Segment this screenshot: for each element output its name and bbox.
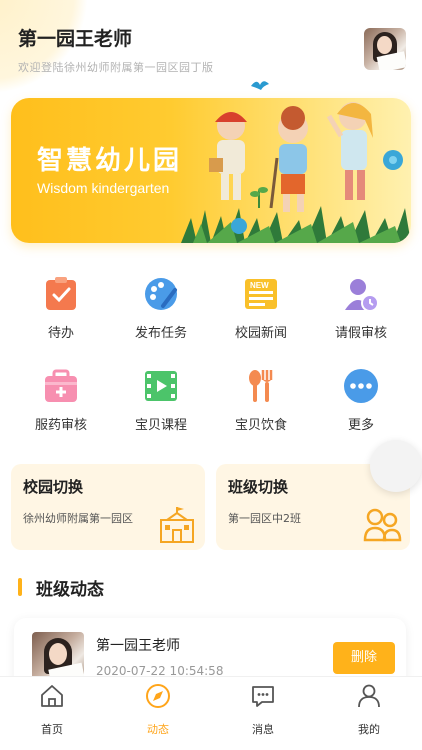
section-title-marker <box>18 578 22 596</box>
news-badge: NEW <box>250 281 269 290</box>
compass-icon <box>145 683 171 709</box>
campus-switch-value: 徐州幼师附属第一园区 <box>23 512 133 525</box>
tab-home[interactable]: 首页 <box>12 683 92 737</box>
grid-item-baby-diet[interactable]: 宝贝饮食 <box>211 368 311 433</box>
tab-label: 消息 <box>252 723 274 736</box>
tab-label: 我的 <box>358 723 380 736</box>
grid-label: 发布任务 <box>134 326 187 341</box>
message-icon <box>250 683 276 709</box>
grid-label: 待办 <box>47 326 74 341</box>
film-icon <box>143 368 179 404</box>
floating-assistive-button[interactable] <box>370 440 422 492</box>
grid-item-more[interactable]: 更多 <box>311 368 411 433</box>
grid-item-todo[interactable]: 待办 <box>11 276 111 341</box>
header: 第一园王老师 欢迎登陆徐州幼师附属第一园区园丁版 <box>18 24 408 76</box>
class-switch-title: 班级切换 <box>228 478 289 496</box>
post-author-name: 第一园王老师 <box>96 638 180 654</box>
tab-messages[interactable]: 消息 <box>223 683 303 737</box>
grid-item-medicine-review[interactable]: 服药审核 <box>11 368 111 433</box>
grid-item-campus-news[interactable]: NEW 校园新闻 <box>211 276 311 341</box>
palette-icon <box>143 276 179 312</box>
delete-button[interactable]: 删除 <box>333 642 395 674</box>
grid-label: 服药审核 <box>34 418 87 433</box>
grid-label: 宝贝饮食 <box>234 418 287 433</box>
tab-label: 动态 <box>147 723 169 736</box>
spoon-fork-icon <box>243 368 279 404</box>
medicine-box-icon <box>43 368 79 404</box>
users-group-icon <box>363 508 402 542</box>
banner[interactable]: 智慧幼儿园 Wisdom kindergarten <box>11 98 411 243</box>
grid-item-baby-courses[interactable]: 宝贝课程 <box>111 368 211 433</box>
grid-label: 请假审核 <box>334 326 387 341</box>
page-title: 第一园王老师 <box>18 28 133 50</box>
grid-label: 宝贝课程 <box>134 418 187 433</box>
grid-label: 校园新闻 <box>234 326 287 341</box>
bottom-tab-bar: 首页 动态 消息 我的 <box>0 676 422 750</box>
grid-label: 更多 <box>347 418 374 433</box>
avatar[interactable] <box>364 28 406 70</box>
banner-subtitle: Wisdom kindergarten <box>37 180 170 196</box>
campus-switch-card[interactable]: 校园切换 徐州幼师附属第一园区 <box>11 464 205 550</box>
kids-illustration <box>181 102 411 243</box>
bird-icon <box>251 81 269 90</box>
home-icon <box>39 683 65 709</box>
banner-title: 智慧幼儿园 <box>37 146 183 176</box>
tab-profile[interactable]: 我的 <box>329 683 409 737</box>
newspaper-icon: NEW <box>243 276 279 312</box>
grid-item-publish-task[interactable]: 发布任务 <box>111 276 211 341</box>
class-switch-value: 第一园区中2班 <box>228 512 301 525</box>
clipboard-check-icon <box>43 276 79 312</box>
grid-item-leave-review[interactable]: 请假审核 <box>311 276 411 341</box>
school-building-icon <box>160 507 194 543</box>
campus-switch-title: 校园切换 <box>23 478 84 496</box>
tab-label: 首页 <box>41 723 63 736</box>
user-clock-icon <box>343 276 379 312</box>
user-icon <box>356 683 382 709</box>
tab-feed[interactable]: 动态 <box>118 683 198 737</box>
welcome-subtitle: 欢迎登陆徐州幼师附属第一园区园丁版 <box>18 61 214 74</box>
more-dots-icon <box>343 368 379 404</box>
section-title: 班级动态 <box>36 580 104 600</box>
